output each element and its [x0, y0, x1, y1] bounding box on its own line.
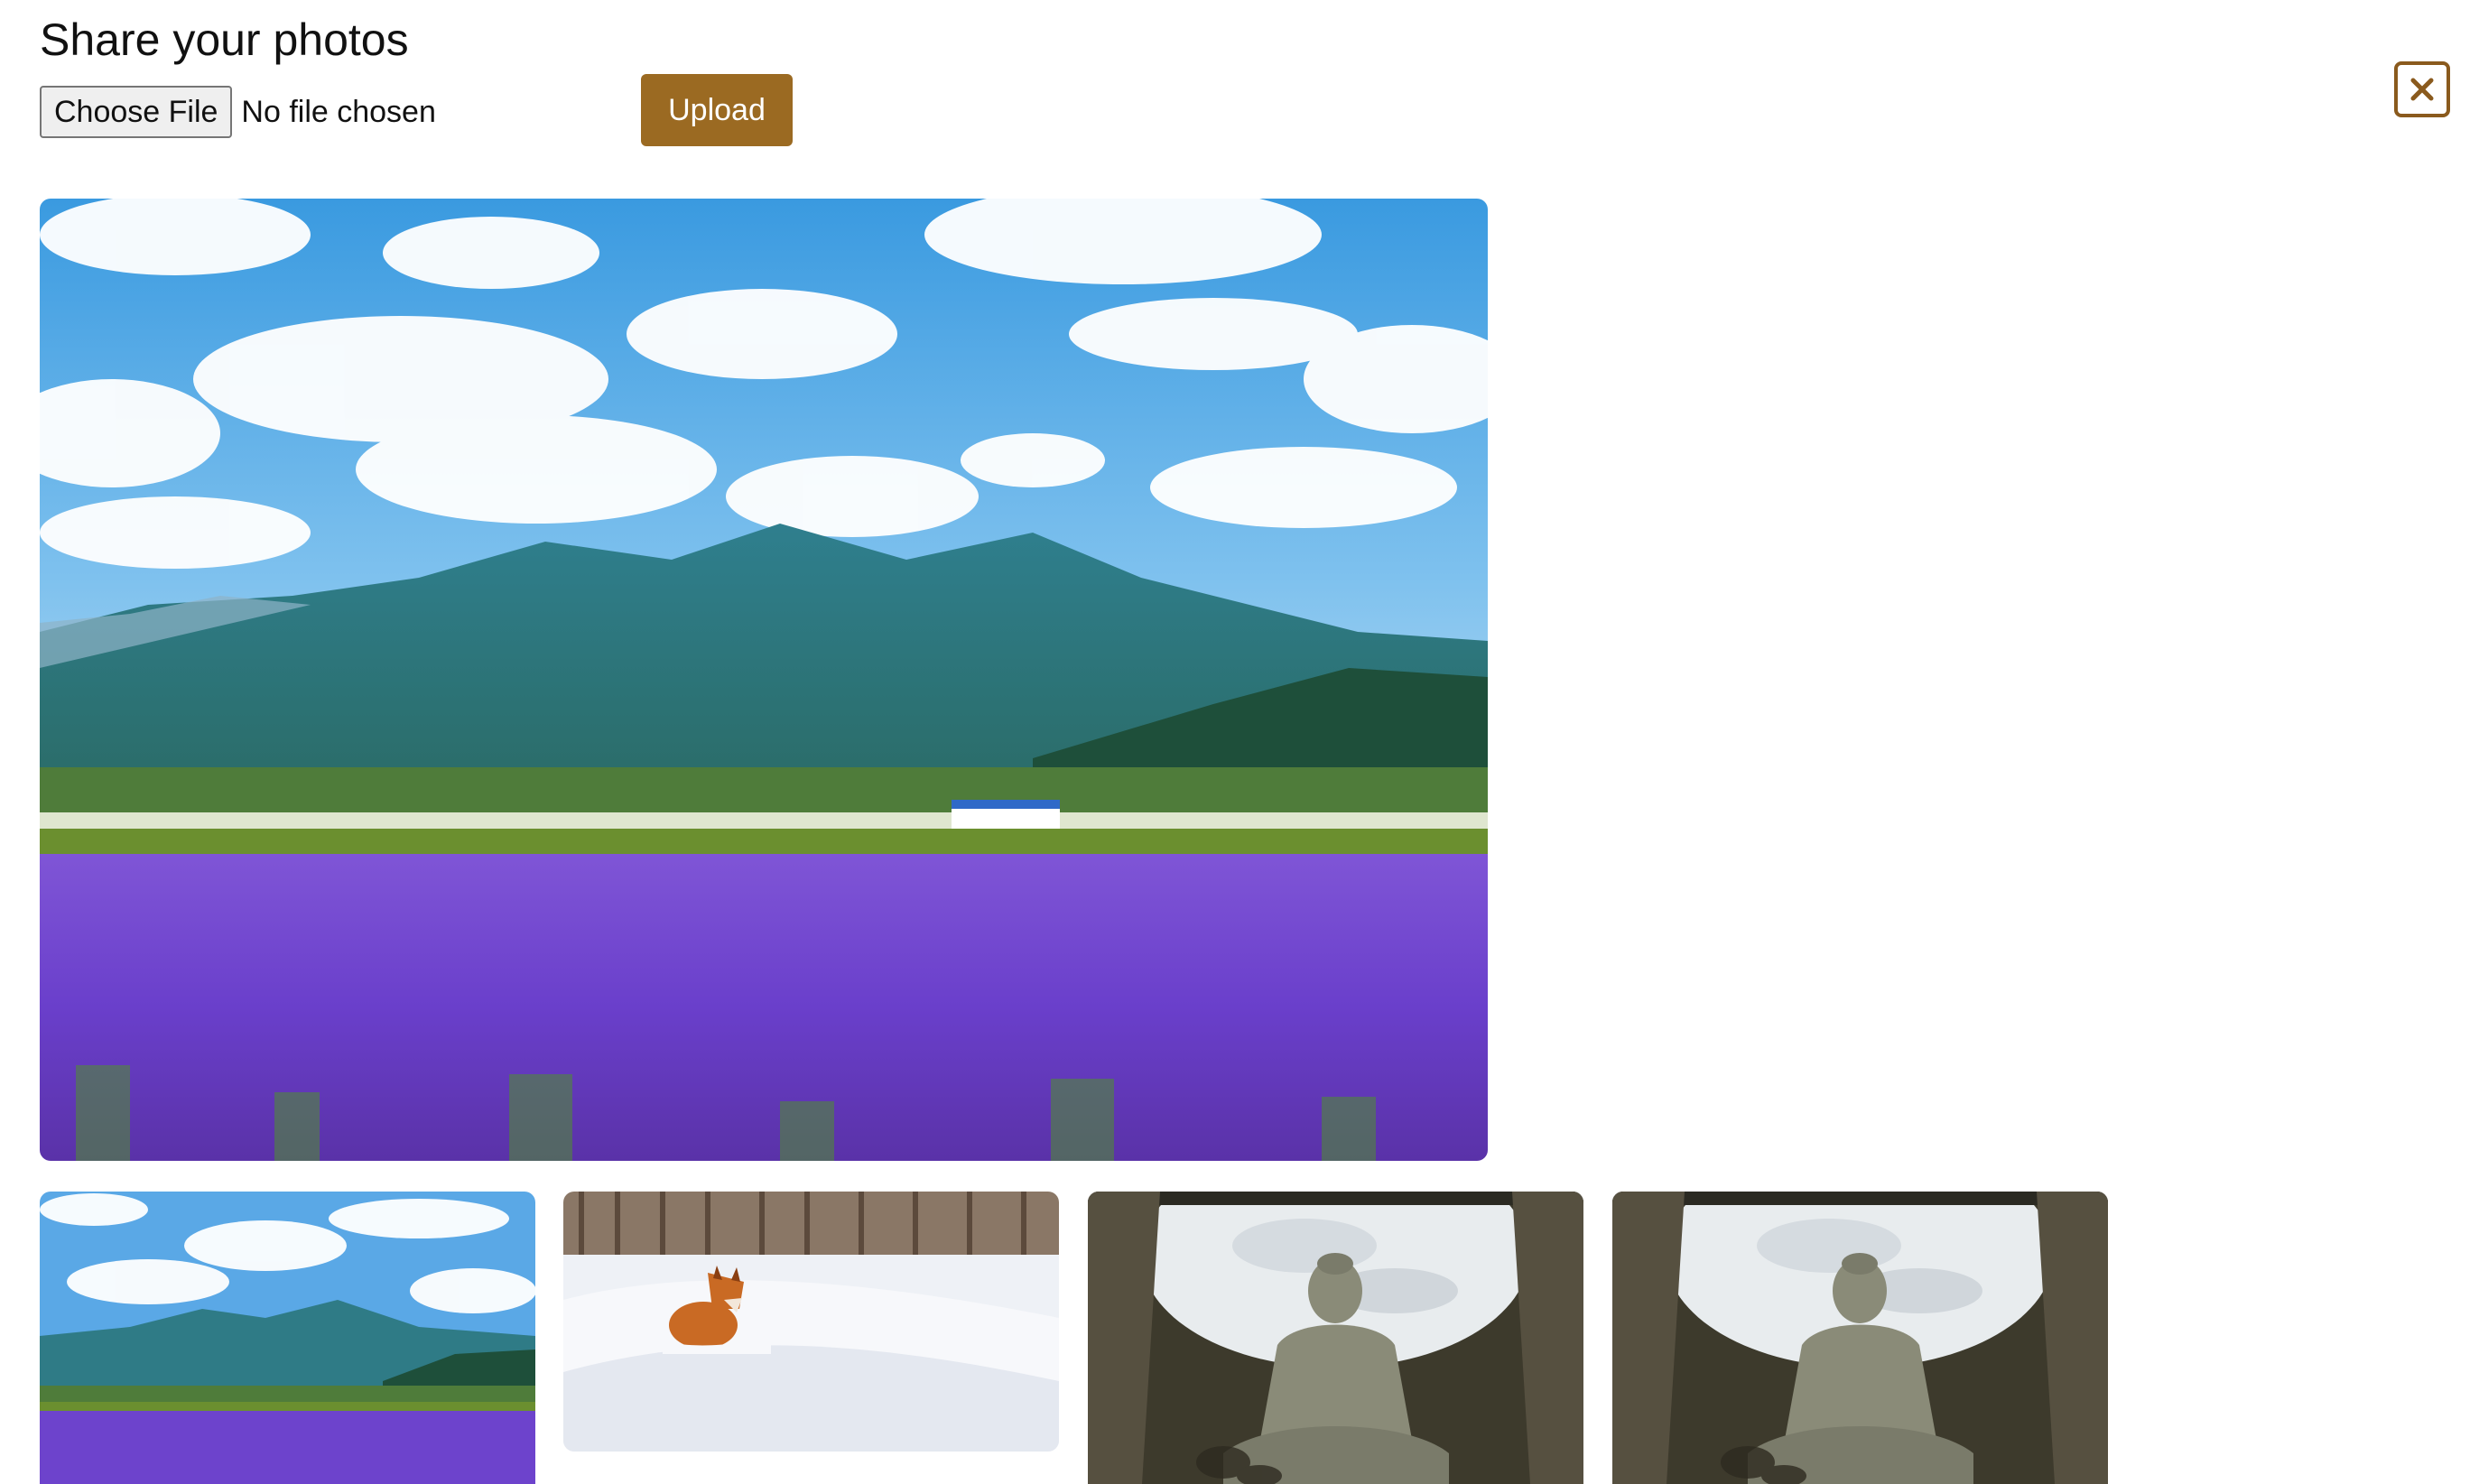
photo-share-page: Share your photos Choose File No file ch…	[0, 0, 2479, 1484]
lavender-field-thumb-image	[40, 1192, 535, 1484]
upload-button[interactable]: Upload	[641, 74, 793, 146]
file-input[interactable]: Choose File No file chosen	[40, 74, 436, 150]
lavender-field-image	[40, 199, 1488, 1161]
thumbnail-buddha-statue[interactable]	[1088, 1192, 1583, 1484]
choose-file-button[interactable]: Choose File	[40, 86, 233, 138]
thumbnail-lavender-field[interactable]	[40, 1192, 535, 1484]
thumbnail-fox-in-snow[interactable]	[563, 1192, 1059, 1452]
page-title: Share your photos	[40, 14, 409, 65]
file-status-text: No file chosen	[241, 94, 436, 129]
thumbnail-buddha-statue-2[interactable]	[1612, 1192, 2108, 1484]
close-button[interactable]	[2394, 61, 2450, 117]
buddha-statue-image	[1088, 1192, 1583, 1484]
fox-in-snow-image	[563, 1192, 1059, 1452]
buddha-statue-image-2	[1612, 1192, 2108, 1484]
close-icon	[2410, 78, 2434, 101]
main-photo-lavender-field[interactable]	[40, 199, 1488, 1161]
